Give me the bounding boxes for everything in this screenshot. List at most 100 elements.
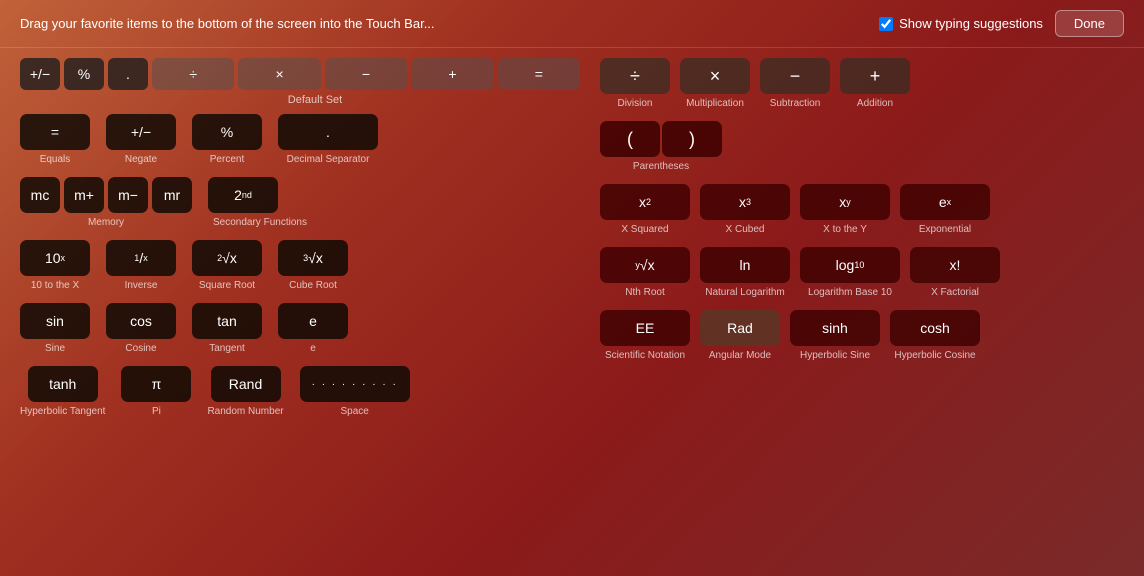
default-equals-btn[interactable]: = — [498, 58, 580, 90]
secondary-btn[interactable]: 2nd — [208, 177, 278, 213]
default-set-row: +/− % . ÷ × − + = — [20, 58, 580, 90]
division-label: Division — [617, 98, 652, 109]
division-btn[interactable]: ÷ — [600, 58, 670, 94]
tanh-btn[interactable]: tanh — [28, 366, 98, 402]
row-powers: 10x 10 to the X 1/x Inverse 2√x Square R… — [20, 240, 580, 291]
cosh-label: Hyperbolic Cosine — [894, 350, 975, 361]
show-suggestions-label: Show typing suggestions — [899, 16, 1043, 31]
addition-btn[interactable]: + — [840, 58, 910, 94]
e-label: e — [310, 343, 316, 354]
cbrt-item: 3√x Cube Root — [278, 240, 348, 291]
decimal-label: Decimal Separator — [287, 154, 370, 165]
e-btn[interactable]: e — [278, 303, 348, 339]
sci-notation-btn[interactable]: EE — [600, 310, 690, 346]
space-btn[interactable]: · · · · · · · · · — [300, 366, 410, 402]
angular-mode-label: Angular Mode — [709, 350, 771, 361]
pi-btn[interactable]: π — [121, 366, 191, 402]
ten-x-item: 10x 10 to the X — [20, 240, 90, 291]
default-set-container: +/− % . ÷ × − + = Default Set — [20, 58, 580, 106]
tanh-label: Hyperbolic Tangent — [20, 406, 105, 417]
x-squared-label: X Squared — [621, 224, 668, 235]
rand-btn[interactable]: Rand — [211, 366, 281, 402]
secondary-item: 2nd Secondary Functions — [208, 177, 278, 228]
memory-label: Memory — [88, 217, 124, 228]
inverse-btn[interactable]: 1/x — [106, 240, 176, 276]
sin-label: Sine — [45, 343, 65, 354]
natural-log-item: ln Natural Logarithm — [700, 247, 790, 298]
multiplication-btn[interactable]: × — [680, 58, 750, 94]
done-button[interactable]: Done — [1055, 10, 1124, 37]
default-add-btn[interactable]: + — [411, 58, 493, 90]
sci-notation-item: EE Scientific Notation — [600, 310, 690, 361]
mplus-btn[interactable]: m+ — [64, 177, 104, 213]
right-panel: ÷ Division × Multiplication − Subtractio… — [600, 58, 1124, 429]
addition-label: Addition — [857, 98, 893, 109]
cos-item: cos Cosine — [106, 303, 176, 354]
mc-btn[interactable]: mc — [20, 177, 60, 213]
ten-x-label: 10 to the X — [31, 280, 79, 291]
inverse-item: 1/x Inverse — [106, 240, 176, 291]
exponential-label: Exponential — [919, 224, 971, 235]
sqrt-btn[interactable]: 2√x — [192, 240, 262, 276]
default-multiply-btn[interactable]: × — [238, 58, 320, 90]
sinh-btn[interactable]: sinh — [790, 310, 880, 346]
cosh-item: cosh Hyperbolic Cosine — [890, 310, 980, 361]
row-memory: mc m+ m− mr Memory 2nd Secondary Functio… — [20, 177, 580, 228]
tan-btn[interactable]: tan — [192, 303, 262, 339]
negate-item: +/− Negate — [106, 114, 176, 165]
x-to-y-item: xy X to the Y — [800, 184, 890, 235]
cbrt-btn[interactable]: 3√x — [278, 240, 348, 276]
x-cubed-item: x3 X Cubed — [700, 184, 790, 235]
angular-mode-item: Rad Angular Mode — [700, 310, 780, 361]
x-to-y-btn[interactable]: xy — [800, 184, 890, 220]
right-paren-btn[interactable]: ) — [662, 121, 722, 157]
default-divide-btn[interactable]: ÷ — [152, 58, 234, 90]
nth-root-label: Nth Root — [625, 287, 664, 298]
space-label: Space — [341, 406, 369, 417]
inverse-label: Inverse — [125, 280, 158, 291]
cos-label: Cosine — [125, 343, 156, 354]
mr-btn[interactable]: mr — [152, 177, 192, 213]
tan-item: tan Tangent — [192, 303, 262, 354]
exponential-item: ex Exponential — [900, 184, 990, 235]
decimal-item: . Decimal Separator — [278, 114, 378, 165]
default-percent-btn[interactable]: % — [64, 58, 104, 90]
rand-item: Rand Random Number — [207, 366, 283, 417]
natural-log-btn[interactable]: ln — [700, 247, 790, 283]
default-negate-btn[interactable]: +/− — [20, 58, 60, 90]
negate-btn[interactable]: +/− — [106, 114, 176, 150]
default-decimal-btn[interactable]: . — [108, 58, 148, 90]
left-paren-btn[interactable]: ( — [600, 121, 660, 157]
cosh-btn[interactable]: cosh — [890, 310, 980, 346]
log10-btn[interactable]: log10 — [800, 247, 900, 283]
nth-root-btn[interactable]: y√x — [600, 247, 690, 283]
rand-label: Random Number — [207, 406, 283, 417]
factorial-label: X Factorial — [931, 287, 979, 298]
exponential-btn[interactable]: ex — [900, 184, 990, 220]
subtraction-btn[interactable]: − — [760, 58, 830, 94]
sin-btn[interactable]: sin — [20, 303, 90, 339]
factorial-btn[interactable]: x! — [910, 247, 1000, 283]
subtraction-label: Subtraction — [770, 98, 821, 109]
percent-btn[interactable]: % — [192, 114, 262, 150]
x-cubed-btn[interactable]: x3 — [700, 184, 790, 220]
negate-label: Negate — [125, 154, 157, 165]
default-subtract-btn[interactable]: − — [325, 58, 407, 90]
percent-item: % Percent — [192, 114, 262, 165]
ten-x-btn[interactable]: 10x — [20, 240, 90, 276]
default-set-label: Default Set — [20, 94, 580, 106]
x-squared-btn[interactable]: x2 — [600, 184, 690, 220]
cos-btn[interactable]: cos — [106, 303, 176, 339]
mminus-btn[interactable]: m− — [108, 177, 148, 213]
right-row-powers: x2 X Squared x3 X Cubed xy X to the Y ex… — [600, 184, 1124, 235]
decimal-btn[interactable]: . — [278, 114, 378, 150]
right-row-logs: y√x Nth Root ln Natural Logarithm log10 … — [600, 247, 1124, 298]
parentheses-item: ( ) Parentheses — [600, 121, 722, 172]
show-suggestions-checkbox[interactable] — [879, 17, 893, 31]
angular-mode-btn[interactable]: Rad — [700, 310, 780, 346]
sin-item: sin Sine — [20, 303, 90, 354]
x-squared-item: x2 X Squared — [600, 184, 690, 235]
multiplication-label: Multiplication — [686, 98, 744, 109]
cbrt-label: Cube Root — [289, 280, 337, 291]
equals-btn[interactable]: = — [20, 114, 90, 150]
